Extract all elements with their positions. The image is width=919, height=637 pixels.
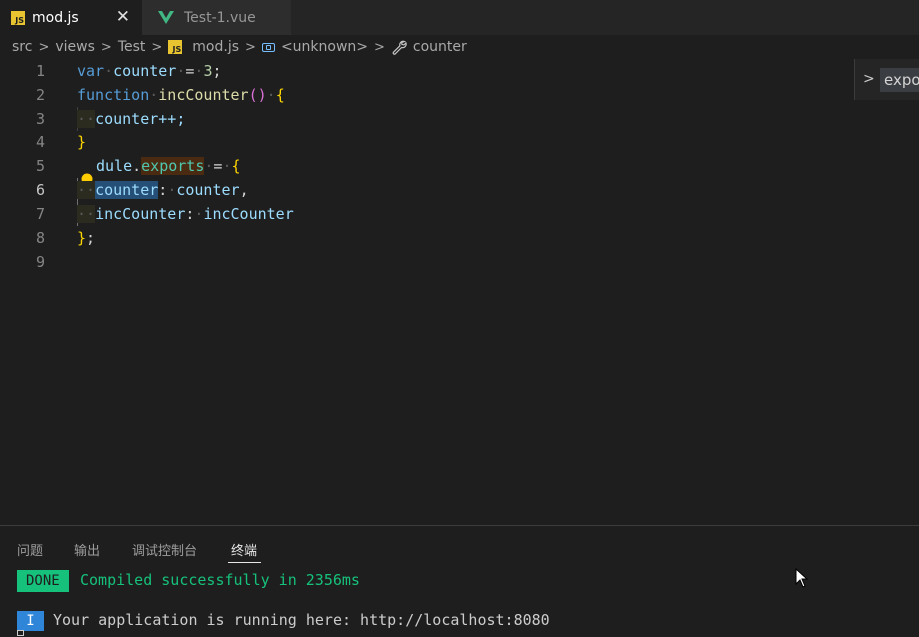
breadcrumb-item[interactable]: src xyxy=(12,39,32,55)
brace: { xyxy=(231,157,241,175)
value: incCounter xyxy=(203,205,294,223)
tab-debug-console[interactable]: 调试控制台 xyxy=(132,540,197,559)
line-number: 5 xyxy=(35,157,45,175)
value: counter xyxy=(176,181,240,199)
close-icon[interactable]: ✕ xyxy=(116,7,130,27)
tab-terminal[interactable]: 终端 xyxy=(231,540,257,559)
brace: } xyxy=(77,133,87,151)
breadcrumb-item[interactable]: Test xyxy=(118,39,146,55)
code-editor[interactable]: 1 2 3 4 5 6 7 8 9 var·counter·=·3; funct… xyxy=(0,59,919,525)
code-line-5: dule.exports·=·{ xyxy=(77,154,241,190)
semicolon: ; xyxy=(86,229,96,247)
exports-property: exports xyxy=(141,157,205,175)
whitespace-dot: · xyxy=(266,86,276,104)
statement: counter++; xyxy=(95,110,186,128)
chevron-right-icon[interactable]: > xyxy=(863,71,875,87)
breadcrumb: src > views > Test > JS mod.js > <unknow… xyxy=(0,35,919,59)
tab-mod-js[interactable]: JS mod.js ✕ xyxy=(0,0,142,35)
keyword: function xyxy=(77,86,150,104)
breadcrumb-item[interactable]: mod.js xyxy=(192,39,239,55)
whitespace-dot: · xyxy=(167,181,177,199)
tab-test-1-vue[interactable]: Test-1.vue xyxy=(142,0,291,35)
active-tab-indicator xyxy=(228,562,261,563)
tab-label: mod.js xyxy=(32,9,79,26)
semicolon: ; xyxy=(212,62,222,80)
terminal-info-message: Your application is running here: http:/… xyxy=(53,611,550,629)
chevron-right-icon: > xyxy=(374,39,385,55)
code-line-6: ··counter:·counter, xyxy=(77,178,249,202)
mouse-pointer-icon xyxy=(795,568,809,588)
code-line-3: ··counter++; xyxy=(77,107,185,131)
tab-output[interactable]: 输出 xyxy=(74,540,100,559)
breadcrumb-item[interactable]: counter xyxy=(413,39,467,55)
code-line-7: ··incCounter:·incCounter xyxy=(77,202,294,226)
keyword: var xyxy=(77,62,105,80)
line-number: 9 xyxy=(35,253,45,271)
terminal-done-message: Compiled successfully in 2356ms xyxy=(80,571,360,589)
module-object: dule xyxy=(96,157,133,175)
brace: } xyxy=(77,229,87,247)
identifier: counter xyxy=(113,62,177,80)
chevron-right-icon: > xyxy=(38,39,50,55)
wrench-icon xyxy=(392,40,407,55)
module-icon xyxy=(261,42,275,52)
code-line-1: var·counter·=·3; xyxy=(77,59,222,83)
line-number: 7 xyxy=(35,205,45,223)
tab-problems[interactable]: 问题 xyxy=(17,540,43,559)
key: incCounter xyxy=(95,205,186,223)
brace: { xyxy=(275,86,285,104)
chevron-right-icon: > xyxy=(151,39,163,55)
tab-label: Test-1.vue xyxy=(184,9,256,26)
peek-label: expo xyxy=(880,68,919,92)
whitespace-dot: · xyxy=(149,86,159,104)
code-line-2: function·incCounter()·{ xyxy=(77,83,285,107)
info-badge: I xyxy=(17,611,44,631)
indent-whitespace: ·· xyxy=(77,110,96,128)
outline-peek-widget[interactable]: > expo xyxy=(854,59,919,100)
js-file-icon: JS xyxy=(11,10,25,25)
code-line-4: } xyxy=(77,130,86,154)
indent-whitespace: ·· xyxy=(77,181,96,199)
done-badge: DONE xyxy=(17,570,69,592)
code-line-8: }; xyxy=(77,226,95,250)
line-number: 4 xyxy=(35,133,45,151)
vue-file-icon xyxy=(158,11,174,24)
chevron-right-icon: > xyxy=(100,39,112,55)
chevron-right-icon: > xyxy=(245,39,256,55)
selected-key: counter xyxy=(95,181,159,199)
line-number: 8 xyxy=(35,229,45,247)
terminal-cursor xyxy=(17,630,24,636)
breadcrumb-item[interactable]: <unknown> xyxy=(281,39,368,55)
comma: , xyxy=(239,181,249,199)
dot-operator: . xyxy=(132,157,142,175)
line-number: 1 xyxy=(35,62,45,80)
whitespace-dot: · xyxy=(104,62,114,80)
line-number: 2 xyxy=(35,86,45,104)
line-number-current: 6 xyxy=(35,181,45,199)
colon: : xyxy=(158,181,168,199)
line-number: 3 xyxy=(35,110,45,128)
parens: () xyxy=(248,86,267,104)
function-name: incCounter xyxy=(158,86,249,104)
indent-whitespace: ·· xyxy=(77,205,96,223)
breadcrumb-item[interactable]: views xyxy=(55,39,95,55)
js-file-icon: JS xyxy=(168,40,183,54)
